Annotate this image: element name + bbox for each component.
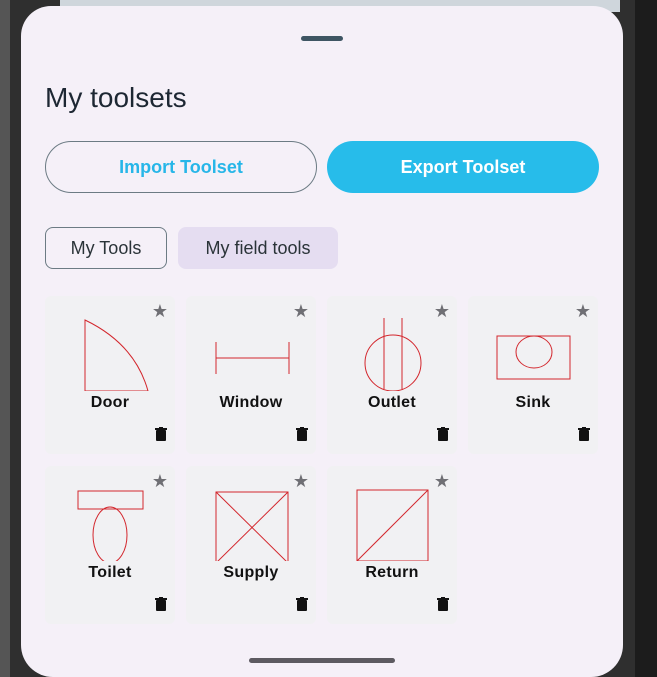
tool-label: Door — [90, 394, 130, 411]
gesture-nav-bar[interactable] — [249, 658, 395, 663]
tool-card-supply[interactable]: ★ Supply — [186, 466, 316, 624]
tool-label: Window — [219, 394, 283, 411]
delete-trash-icon[interactable] — [296, 427, 308, 441]
tool-label: Outlet — [367, 394, 417, 411]
tool-label: Sink — [515, 394, 551, 411]
delete-trash-icon[interactable] — [437, 427, 449, 441]
delete-trash-icon[interactable] — [155, 427, 167, 441]
tool-card-outlet[interactable]: ★ Outlet — [327, 296, 457, 454]
toilet-symbol-icon — [77, 490, 144, 561]
tool-card-return[interactable]: ★ Return — [327, 466, 457, 624]
device-frame-right — [635, 0, 657, 677]
tab-my-field-tools[interactable]: My field tools — [178, 227, 338, 269]
toolsets-bottom-sheet: My toolsets Import Toolset Export Toolse… — [21, 6, 623, 677]
outlet-symbol-icon — [364, 318, 422, 391]
supply-symbol-icon — [215, 491, 289, 561]
delete-trash-icon[interactable] — [296, 597, 308, 611]
favorite-star-icon[interactable]: ★ — [293, 301, 309, 322]
delete-trash-icon[interactable] — [155, 597, 167, 611]
window-symbol-icon — [215, 342, 290, 374]
tool-card-sink[interactable]: ★ Sink — [468, 296, 598, 454]
page-title: My toolsets — [45, 82, 187, 113]
tool-card-window[interactable]: ★ Window — [186, 296, 316, 454]
favorite-star-icon[interactable]: ★ — [152, 301, 168, 322]
return-symbol-icon — [356, 489, 429, 561]
favorite-star-icon[interactable]: ★ — [575, 301, 591, 322]
import-toolset-button[interactable]: Import Toolset — [45, 141, 317, 193]
tab-my-tools[interactable]: My Tools — [45, 227, 167, 269]
sink-symbol-icon — [496, 335, 571, 380]
tool-card-door[interactable]: ★ Door — [45, 296, 175, 454]
favorite-star-icon[interactable]: ★ — [293, 471, 309, 492]
door-symbol-icon — [84, 319, 149, 391]
favorite-star-icon[interactable]: ★ — [152, 471, 168, 492]
favorite-star-icon[interactable]: ★ — [434, 471, 450, 492]
tool-card-toilet[interactable]: ★ Toilet — [45, 466, 175, 624]
tool-label: Supply — [223, 564, 279, 581]
tool-label: Return — [365, 564, 419, 581]
favorite-star-icon[interactable]: ★ — [434, 301, 450, 322]
device-frame-left — [0, 0, 10, 677]
delete-trash-icon[interactable] — [578, 427, 590, 441]
delete-trash-icon[interactable] — [437, 597, 449, 611]
export-toolset-button[interactable]: Export Toolset — [327, 141, 599, 193]
drag-handle[interactable] — [301, 36, 343, 41]
tool-label: Toilet — [88, 564, 132, 581]
